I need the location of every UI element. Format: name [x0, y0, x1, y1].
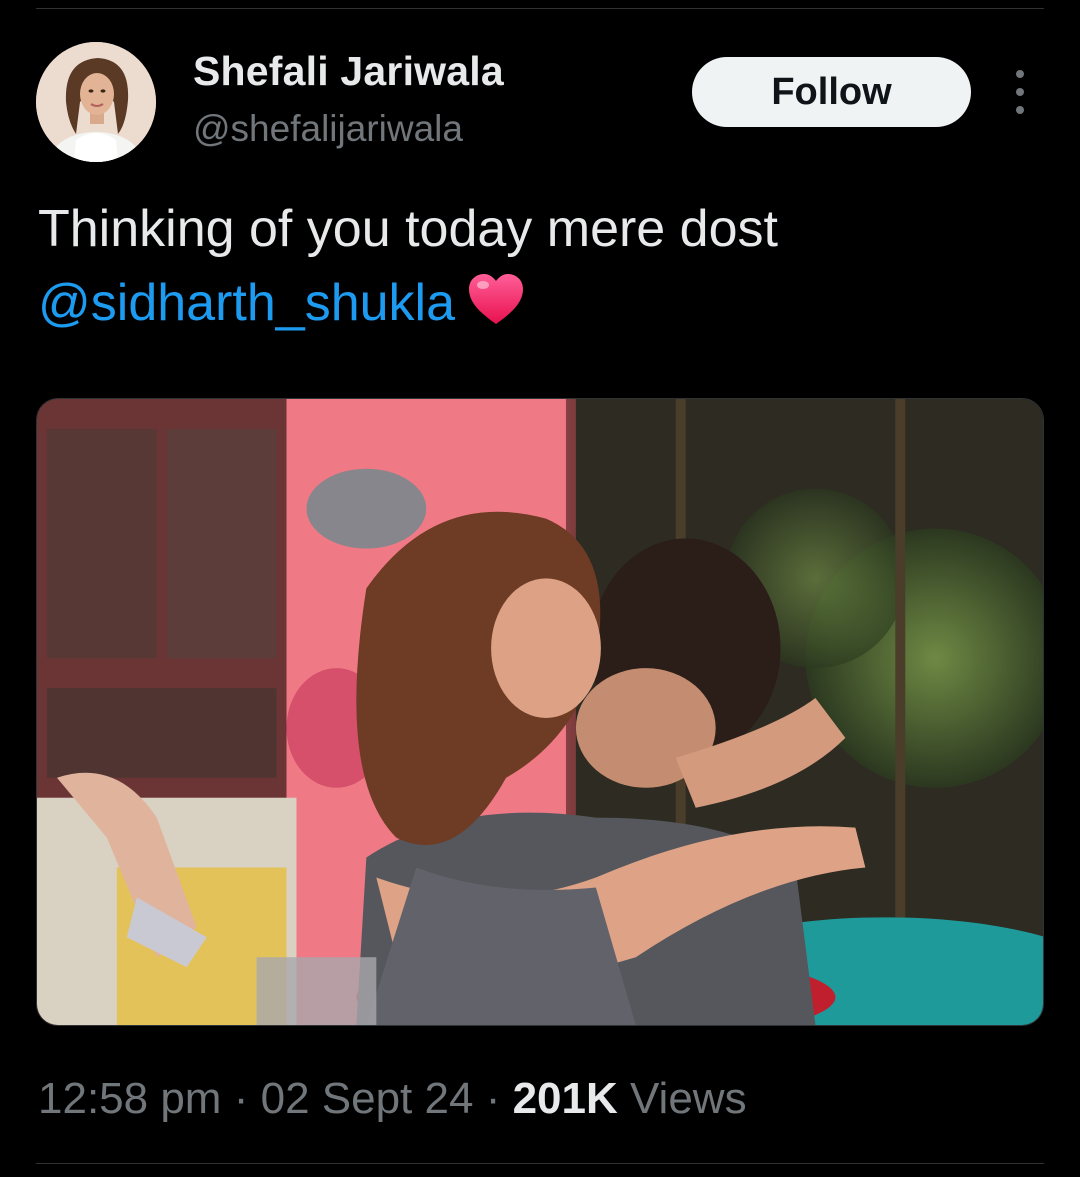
profile-photo-icon — [36, 42, 156, 162]
meta-separator: · — [233, 1074, 249, 1123]
more-vertical-icon[interactable] — [1005, 70, 1035, 114]
follow-button[interactable]: Follow — [692, 57, 971, 127]
mention-link[interactable]: @sidharth_shukla — [38, 274, 455, 332]
meta-separator: · — [485, 1074, 501, 1123]
tweet-photo[interactable] — [36, 398, 1044, 1026]
author-avatar[interactable] — [36, 42, 156, 162]
author-display-name[interactable]: Shefali Jariwala — [193, 48, 504, 95]
photo-image-icon — [37, 399, 1043, 1025]
more-dot — [1016, 106, 1024, 114]
author-handle[interactable]: @shefalijariwala — [193, 108, 463, 150]
tweet-text-line: Thinking of you today mere dost — [38, 200, 778, 258]
tweet-text-line-2: @sidharth_shukla — [38, 266, 1048, 340]
views-label: Views — [630, 1074, 747, 1123]
views-count[interactable]: 201K — [513, 1074, 618, 1123]
heart-icon — [469, 274, 524, 324]
top-divider — [36, 8, 1044, 9]
more-dot — [1016, 88, 1024, 96]
tweet-time[interactable]: 12:58 pm — [38, 1074, 221, 1123]
tweet-text: Thinking of you today mere dost @sidhart… — [38, 192, 1048, 340]
tweet-meta: 12:58 pm · 02 Sept 24 · 201K Views — [38, 1074, 747, 1124]
more-dot — [1016, 70, 1024, 78]
bottom-divider — [36, 1163, 1044, 1164]
tweet-date[interactable]: 02 Sept 24 — [261, 1074, 474, 1123]
